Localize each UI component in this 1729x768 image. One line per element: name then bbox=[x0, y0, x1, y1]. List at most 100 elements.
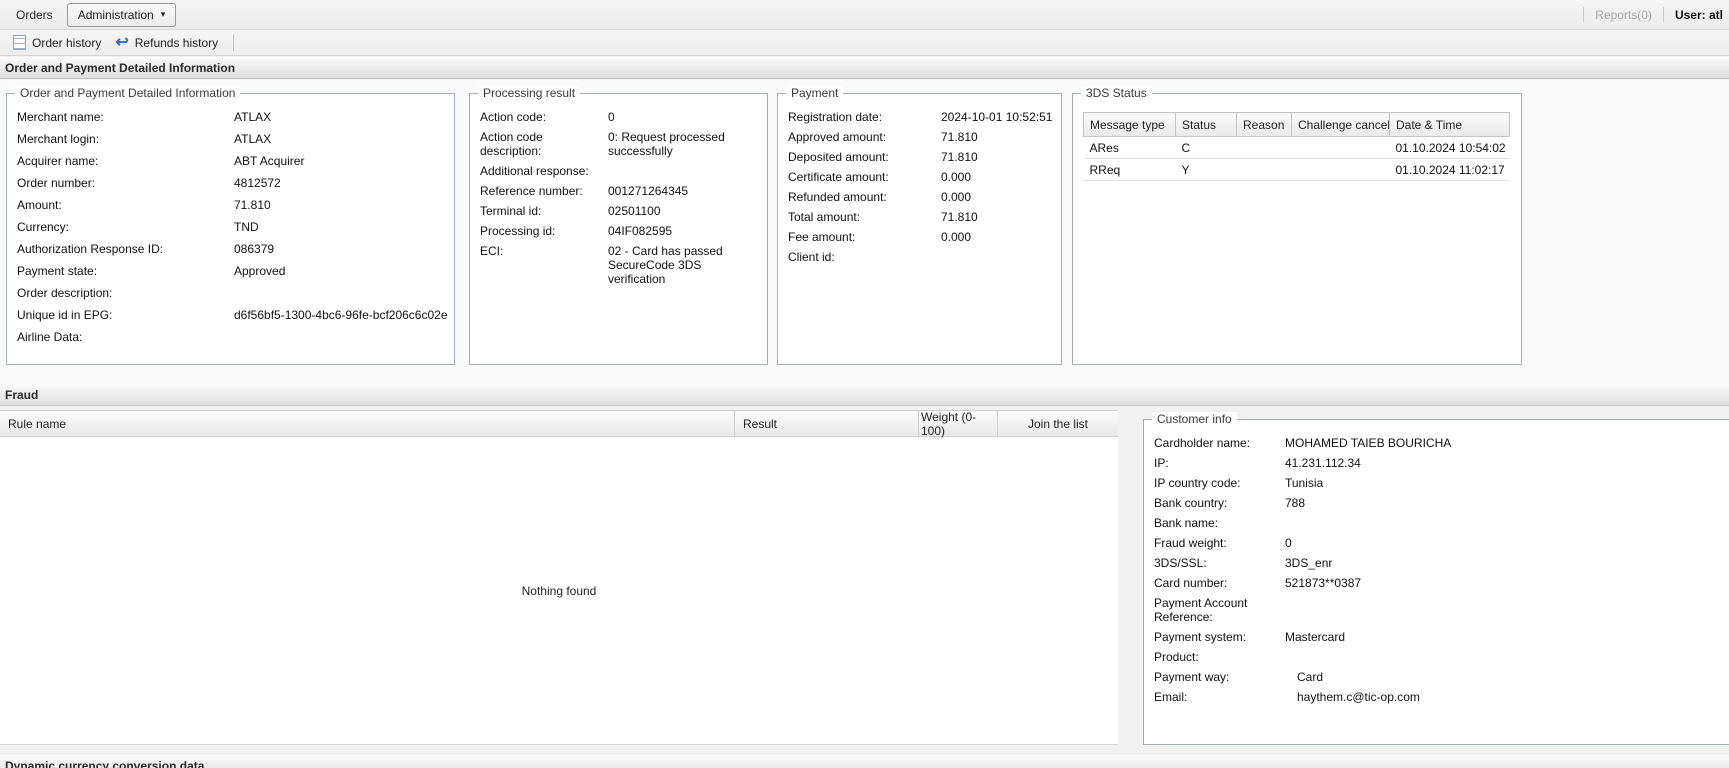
field-label: Unique id in EPG: bbox=[17, 308, 113, 322]
cell-status: C bbox=[1175, 136, 1237, 159]
field-label: ECI: bbox=[480, 244, 504, 258]
field-row-amount: Amount: 71.810 bbox=[17, 198, 444, 213]
field-row-merchant-login: Merchant login: ATLAX bbox=[17, 132, 444, 147]
field-value: 0.000 bbox=[941, 190, 972, 204]
fraud-section-header: Fraud bbox=[0, 384, 1729, 406]
order-info-panel: Order and Payment Detailed Information M… bbox=[6, 86, 455, 365]
field-value: 02 - Card has passed SecureCode 3DS veri… bbox=[608, 244, 723, 286]
field-label: IP country code: bbox=[1154, 476, 1241, 490]
processing-result-legend: Processing result bbox=[478, 86, 581, 100]
payment-legend: Payment bbox=[786, 86, 844, 100]
col-weight[interactable]: Weight (0-100) bbox=[919, 410, 998, 438]
col-join-the-list[interactable]: Join the list bbox=[998, 411, 1118, 436]
three-ds-status-panel: 3DS Status Message type Status Reason Ch… bbox=[1072, 86, 1522, 365]
field-label: Payment state: bbox=[17, 264, 98, 278]
field-label: Authorization Response ID: bbox=[17, 242, 164, 256]
field-row-action-code: Action code: 0 bbox=[480, 110, 757, 124]
three-ds-legend: 3DS Status bbox=[1081, 86, 1152, 100]
field-label: Airline Data: bbox=[17, 330, 83, 344]
col-result[interactable]: Result bbox=[735, 411, 919, 436]
three-ds-row-rreq[interactable]: RReq Y 01.10.2024 11:02:17 bbox=[1083, 158, 1510, 181]
field-row-cardholder-name: Cardholder name: MOHAMED TAIEB BOURICHA bbox=[1154, 436, 1729, 450]
field-label: Bank country: bbox=[1154, 496, 1228, 510]
cell-reason bbox=[1236, 158, 1292, 181]
menu-administration[interactable]: Administration ▾ bbox=[66, 2, 177, 27]
field-row-payment-account-reference: Payment Account Reference: bbox=[1154, 596, 1729, 624]
col-reason: Reason bbox=[1236, 112, 1292, 137]
field-value: 71.810 bbox=[941, 150, 978, 164]
field-label: Deposited amount: bbox=[788, 150, 889, 164]
field-label: Processing id: bbox=[480, 224, 556, 238]
order-info-legend: Order and Payment Detailed Information bbox=[15, 86, 241, 100]
field-value: MOHAMED TAIEB BOURICHA bbox=[1285, 436, 1452, 450]
field-label: Certificate amount: bbox=[788, 170, 889, 184]
field-value: 71.810 bbox=[941, 130, 978, 144]
field-row-client-id: Client id: bbox=[788, 250, 1051, 264]
field-value: 71.810 bbox=[941, 210, 978, 224]
col-status: Status bbox=[1175, 112, 1237, 137]
main-section-title: Order and Payment Detailed Information bbox=[5, 61, 236, 75]
field-value: 3DS_enr bbox=[1285, 556, 1333, 570]
field-row-order-description: Order description: bbox=[17, 286, 444, 301]
field-row-certificate-amount: Certificate amount: 0.000 bbox=[788, 170, 1051, 184]
field-label: Payment way: bbox=[1154, 670, 1230, 684]
field-label: Additional response: bbox=[480, 164, 589, 178]
top-menu-bar: Orders Administration ▾ Reports(0) User:… bbox=[0, 0, 1729, 30]
col-rule-name[interactable]: Rule name bbox=[0, 411, 735, 436]
cell-challenge-cancel bbox=[1291, 158, 1390, 181]
field-label: Cardholder name: bbox=[1154, 436, 1251, 450]
field-value: haythem.c@tic-op.com bbox=[1297, 690, 1420, 704]
menu-orders[interactable]: Orders bbox=[6, 4, 63, 26]
user-label: User: atl bbox=[1674, 7, 1723, 22]
field-label: Bank name: bbox=[1154, 516, 1219, 530]
order-history-label: Order history bbox=[32, 35, 102, 50]
field-row-terminal-id: Terminal id: 02501100 bbox=[480, 204, 757, 218]
field-row-registration-date: Registration date: 2024-10-01 10:52:51 bbox=[788, 110, 1053, 124]
field-row-bank-name: Bank name: bbox=[1154, 516, 1729, 530]
field-row-merchant-name: Merchant name: ATLAX bbox=[17, 110, 444, 125]
refunds-history-button[interactable]: ↩ Refunds history bbox=[108, 33, 225, 53]
field-label: Amount: bbox=[17, 198, 62, 212]
field-label: IP: bbox=[1154, 456, 1169, 470]
field-value: 41.231.112.34 bbox=[1285, 456, 1361, 470]
three-ds-row-ares[interactable]: ARes C 01.10.2024 10:54:02 bbox=[1083, 136, 1510, 159]
fraud-band: Rule name Result Weight (0-100) Join the… bbox=[0, 407, 1729, 755]
field-label: Merchant name: bbox=[17, 110, 104, 124]
field-value: 2024-10-01 10:52:51 bbox=[941, 110, 1053, 124]
col-challenge-cancel: Challenge cancel bbox=[1291, 112, 1390, 137]
toolbar-divider bbox=[233, 34, 235, 51]
cell-date-time: 01.10.2024 11:02:17 bbox=[1389, 158, 1510, 181]
field-row-acquirer-name: Acquirer name: ABT Acquirer bbox=[17, 154, 444, 169]
field-row-fee-amount: Fee amount: 0.000 bbox=[788, 230, 1051, 244]
field-label: Registration date: bbox=[788, 110, 883, 124]
field-label: Order number: bbox=[17, 176, 96, 190]
field-value: 0.000 bbox=[941, 230, 972, 244]
field-value: 4812572 bbox=[234, 176, 281, 190]
payment-panel: Payment Registration date: 2024-10-01 10:… bbox=[777, 86, 1062, 365]
field-label: Terminal id: bbox=[480, 204, 542, 218]
field-label: Reference number: bbox=[480, 184, 583, 198]
field-row-ip-country-code: IP country code: Tunisia bbox=[1154, 476, 1729, 490]
field-row-unique-id-epg: Unique id in EPG: d6f56bf5-1300-4bc6-96fe… bbox=[17, 308, 448, 323]
field-row-reference-number: Reference number: 001271264345 bbox=[480, 184, 757, 198]
field-label: Payment system: bbox=[1154, 630, 1247, 644]
field-row-email: Email: haythem.c@tic-op.com bbox=[1154, 690, 1729, 704]
field-label: Action code description: bbox=[480, 130, 543, 158]
cell-message-type: RReq bbox=[1083, 158, 1176, 181]
field-row-auth-response-id: Authorization Response ID: 086379 bbox=[17, 242, 444, 257]
empty-message: Nothing found bbox=[521, 583, 597, 598]
field-value: 001271264345 bbox=[608, 184, 689, 198]
order-history-icon bbox=[13, 35, 26, 50]
order-history-button[interactable]: Order history bbox=[6, 32, 108, 53]
field-row-refunded-amount: Refunded amount: 0.000 bbox=[788, 190, 1051, 204]
field-label: Approved amount: bbox=[788, 130, 887, 144]
cell-message-type: ARes bbox=[1083, 136, 1176, 159]
field-row-deposited-amount: Deposited amount: 71.810 bbox=[788, 150, 1051, 164]
field-label: 3DS/SSL: bbox=[1154, 556, 1207, 570]
field-label: Currency: bbox=[17, 220, 70, 234]
field-label: Acquirer name: bbox=[17, 154, 99, 168]
field-label: Product: bbox=[1154, 650, 1199, 664]
detail-panels-band: Order and Payment Detailed Information M… bbox=[0, 80, 1729, 384]
field-value: TND bbox=[234, 220, 259, 234]
fraud-grid-body: Nothing found bbox=[0, 437, 1118, 745]
